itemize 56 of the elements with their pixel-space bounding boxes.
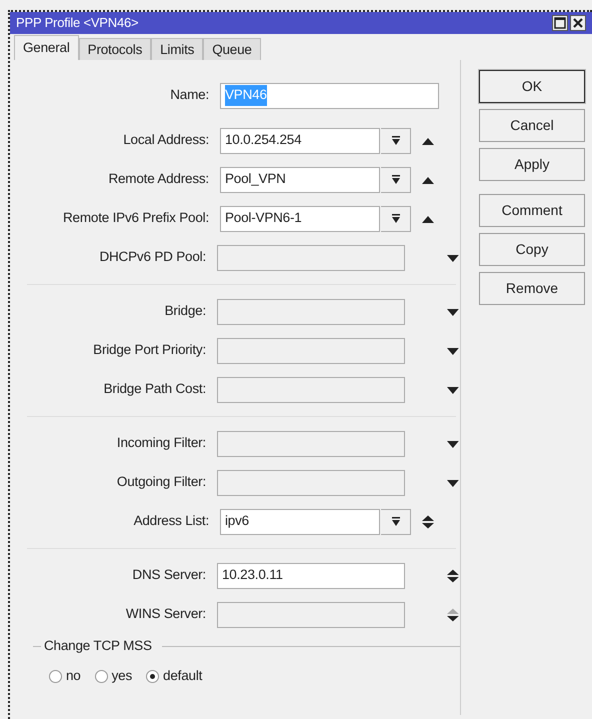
input-field[interactable]: Pool_VPN xyxy=(220,166,380,192)
dialog-button[interactable]: Copy xyxy=(479,233,585,266)
close-icon[interactable] xyxy=(570,15,586,31)
field-label: Name: xyxy=(169,86,210,104)
input-field[interactable] xyxy=(217,430,406,456)
input-field[interactable] xyxy=(217,470,406,496)
down-to-line-icon xyxy=(390,174,400,184)
input-field[interactable]: Pool-VPN6-1 xyxy=(220,206,380,232)
maximize-icon[interactable] xyxy=(552,15,568,31)
down-to-line-icon xyxy=(390,214,400,224)
field-label: Local Address: xyxy=(122,131,210,150)
option-label[interactable]: no xyxy=(66,666,81,686)
field-label: WINS Server: xyxy=(124,605,207,624)
option-label[interactable]: default xyxy=(163,666,202,686)
tab[interactable]: Protocols xyxy=(78,38,152,60)
field-label: DHCPv6 PD Pool: xyxy=(98,248,207,266)
radio-button[interactable] xyxy=(49,670,62,683)
field-label: Bridge Port Priority: xyxy=(92,341,207,360)
up-down-arrow-icon[interactable] xyxy=(421,514,435,528)
tab[interactable]: General xyxy=(14,35,79,60)
field-label: Bridge: xyxy=(164,302,207,320)
group-title: Change TCP MSS xyxy=(43,637,153,655)
dialog-button[interactable]: Comment xyxy=(479,194,585,227)
dropdown-button[interactable] xyxy=(381,166,411,192)
tab[interactable]: Queue xyxy=(203,38,261,60)
down-to-line-icon xyxy=(390,516,400,526)
dialog-button[interactable]: Remove xyxy=(479,272,585,305)
dialog-button[interactable]: Apply xyxy=(479,148,585,181)
radio-button[interactable] xyxy=(94,670,108,683)
field-label: Remote Address: xyxy=(107,170,210,188)
input-field[interactable] xyxy=(217,376,406,402)
down-to-line-icon xyxy=(390,136,400,146)
input-field[interactable]: 10.0.254.254 xyxy=(220,128,380,154)
up-down-arrow-icon[interactable] xyxy=(446,568,460,582)
input-field[interactable] xyxy=(217,338,406,364)
dropdown-button[interactable] xyxy=(381,508,411,534)
tab[interactable]: Limits xyxy=(151,38,204,60)
input-field[interactable]: 10.23.0.11 xyxy=(217,562,406,588)
input-field[interactable] xyxy=(217,298,406,324)
input-field[interactable]: ipv6 xyxy=(220,508,380,534)
field-label: Incoming Filter: xyxy=(116,434,207,452)
input-field[interactable] xyxy=(217,244,406,270)
option-label[interactable]: yes xyxy=(112,666,132,686)
dropdown-button[interactable] xyxy=(381,206,411,232)
field-label: Outgoing Filter: xyxy=(116,473,207,492)
dropdown-button[interactable] xyxy=(381,128,411,154)
field-label: Bridge Path Cost: xyxy=(102,380,207,398)
input-field[interactable] xyxy=(217,602,406,628)
field-label: DNS Server: xyxy=(131,566,207,584)
dialog-button[interactable]: Cancel xyxy=(479,109,585,142)
radio-button[interactable] xyxy=(146,670,160,683)
up-down-arrow-icon[interactable] xyxy=(446,608,460,622)
field-label: Address List: xyxy=(132,512,210,530)
window-title: PPP Profile <VPN46> xyxy=(16,14,140,32)
dialog-button[interactable]: OK xyxy=(479,70,585,103)
field-label: Remote IPv6 Prefix Pool: xyxy=(62,209,210,228)
